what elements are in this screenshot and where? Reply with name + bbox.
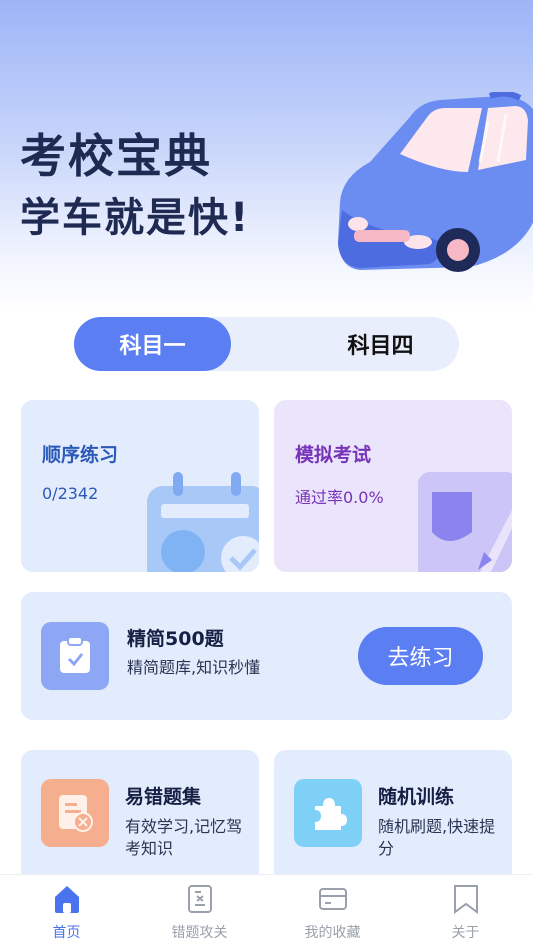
car-illustration [338, 92, 533, 272]
tab-home-label: 首页 [52, 925, 81, 941]
tab-favorites[interactable]: 我的收藏 [266, 875, 399, 948]
mock-exam-card[interactable]: 模拟考试 通过率0.0% [274, 400, 512, 572]
error-note-icon [187, 885, 212, 913]
mistakes-collection-desc: 有效学习,记忆驾考知识 [125, 817, 243, 858]
document-x-icon [41, 779, 109, 847]
tab-favorites-label: 我的收藏 [304, 925, 361, 941]
tab-mistakes-label: 错题攻关 [171, 925, 228, 941]
concise-500-desc: 精简题库,知识秒懂 [127, 658, 261, 677]
sequence-practice-card[interactable]: 顺序练习 0/2342 [21, 400, 259, 572]
hero-banner: 考校宝典 学车就是快! [0, 0, 533, 310]
tab-about[interactable]: 关于 [399, 875, 532, 948]
mock-exam-title: 模拟考试 [295, 444, 372, 466]
pass-rate: 通过率0.0% [295, 488, 384, 507]
concise-500-card[interactable]: 精简500题 精简题库,知识秒懂 去练习 [21, 592, 512, 720]
go-practice-button[interactable]: 去练习 [358, 627, 483, 685]
subject-switch: 科目一 科目四 [74, 317, 459, 371]
random-training-card[interactable]: 随机训练 随机刷题,快速提分 [274, 750, 512, 890]
bookmark-icon [453, 885, 478, 914]
tab-subject-one[interactable]: 科目一 [74, 317, 231, 371]
sequence-practice-title: 顺序练习 [42, 444, 119, 466]
puzzle-icon [294, 779, 362, 847]
pencil-icon [418, 472, 512, 572]
tab-subject-four[interactable]: 科目四 [302, 317, 459, 371]
sequence-progress: 0/2342 [42, 484, 99, 503]
bottom-tab-bar: 首页 错题攻关 我的收藏 关于 [0, 874, 533, 948]
random-training-title: 随机训练 [378, 786, 455, 808]
tab-about-label: 关于 [451, 925, 480, 941]
app-slogan: 学车就是快! [20, 195, 251, 241]
mistakes-collection-title: 易错题集 [125, 786, 202, 808]
clipboard-check-icon [41, 622, 109, 690]
home-icon [54, 886, 79, 913]
random-training-desc: 随机刷题,快速提分 [378, 817, 496, 858]
calendar-icon [147, 472, 259, 572]
tab-home[interactable]: 首页 [0, 875, 133, 948]
app-title: 考校宝典 [20, 129, 212, 183]
concise-500-title: 精简500题 [127, 628, 224, 650]
mistakes-collection-card[interactable]: 易错题集 有效学习,记忆驾考知识 [21, 750, 259, 890]
tab-mistakes[interactable]: 错题攻关 [133, 875, 266, 948]
card-icon [318, 888, 347, 910]
